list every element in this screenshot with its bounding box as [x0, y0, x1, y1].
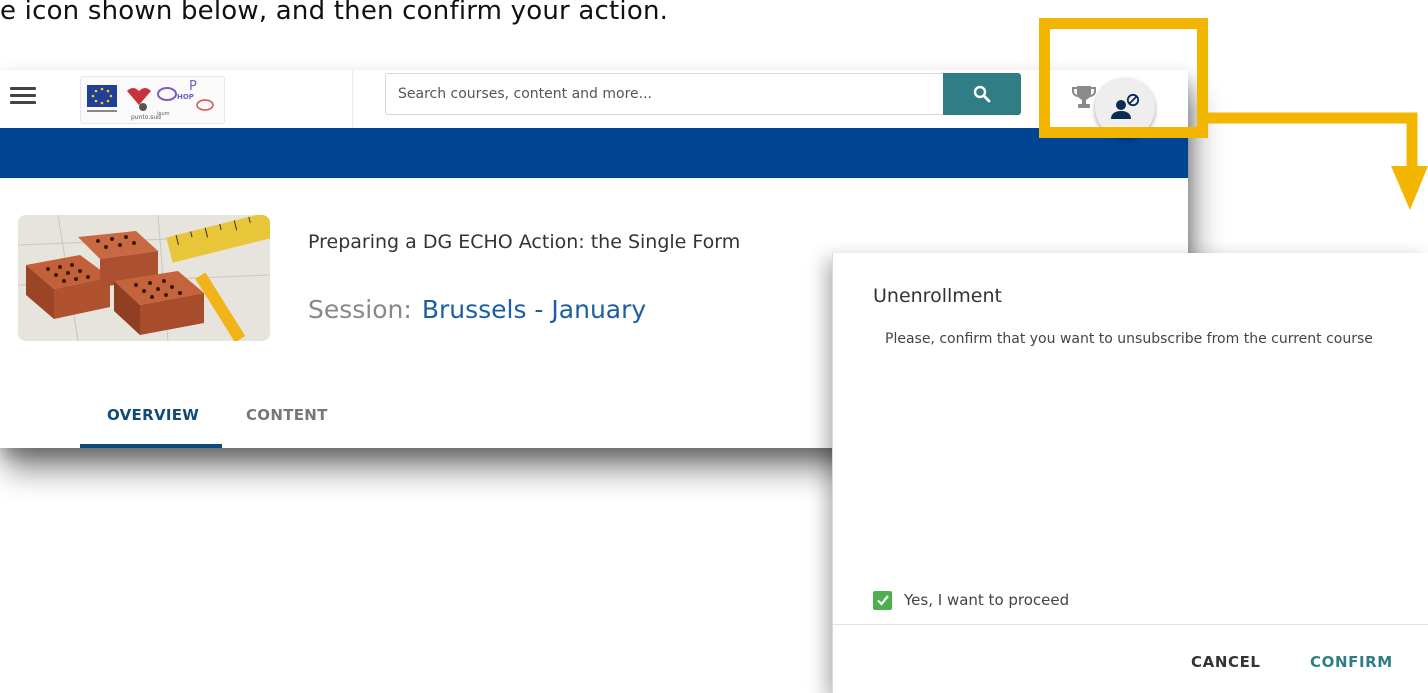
- tab-content[interactable]: CONTENT: [246, 406, 328, 424]
- confirm-button[interactable]: CONFIRM: [1310, 653, 1393, 671]
- active-tab-indicator: [80, 444, 222, 448]
- cancel-button[interactable]: CANCEL: [1191, 653, 1261, 671]
- proceed-checkbox-label: Yes, I want to proceed: [904, 591, 1070, 609]
- unenroll-dialog: Unenrollment Please, confirm that you wa…: [832, 253, 1428, 693]
- session-info: Session: Brussels - January: [308, 295, 646, 324]
- session-label: Session:: [308, 295, 412, 324]
- dialog-divider: [833, 624, 1428, 625]
- pointer-arrow: [1208, 112, 1428, 210]
- session-value[interactable]: Brussels - January: [422, 295, 646, 324]
- dialog-title: Unenrollment: [873, 285, 1002, 307]
- proceed-checkbox-row[interactable]: Yes, I want to proceed: [873, 589, 1069, 611]
- dialog-message: Please, confirm that you want to unsubsc…: [885, 331, 1373, 347]
- checkmark-icon: [876, 595, 889, 606]
- proceed-checkbox[interactable]: [873, 590, 892, 610]
- tab-overview[interactable]: OVERVIEW: [107, 406, 199, 424]
